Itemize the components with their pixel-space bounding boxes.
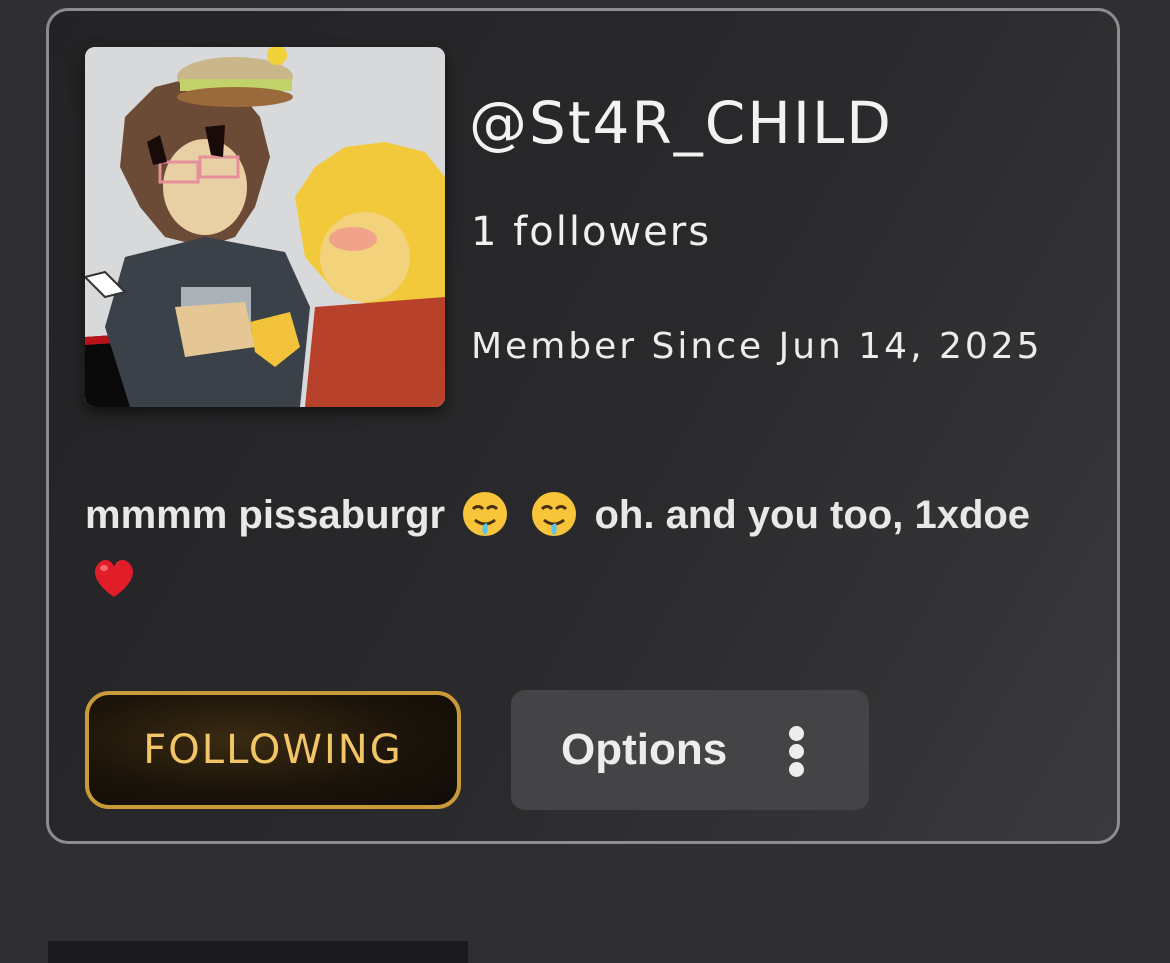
drooling-face-icon (529, 489, 579, 539)
username: @St4R_CHILD (469, 89, 893, 157)
profile-card: @St4R_CHILD 1 followers Member Since Jun… (46, 8, 1120, 844)
next-section-panel (48, 941, 468, 963)
bio-text-after: oh. and you too, 1xdoe (594, 493, 1031, 537)
avatar-illustration (85, 47, 445, 407)
options-label: Options (561, 725, 728, 774)
member-since: Member Since Jun 14, 2025 (471, 326, 1043, 367)
bio-text-before: mmmm pissaburgr (85, 493, 446, 537)
profile-page: @St4R_CHILD 1 followers Member Since Jun… (0, 0, 1170, 963)
followers-count[interactable]: 1 followers (471, 209, 711, 255)
drooling-face-icon (460, 489, 510, 539)
kebab-menu-icon (787, 726, 807, 777)
avatar[interactable] (85, 47, 445, 407)
profile-bio: mmmm pissaburgr oh. and you too, 1xdoe (85, 483, 1075, 611)
options-button[interactable]: Options (511, 690, 869, 810)
following-button[interactable]: FOLLOWING (85, 691, 461, 809)
red-heart-icon (89, 553, 139, 603)
